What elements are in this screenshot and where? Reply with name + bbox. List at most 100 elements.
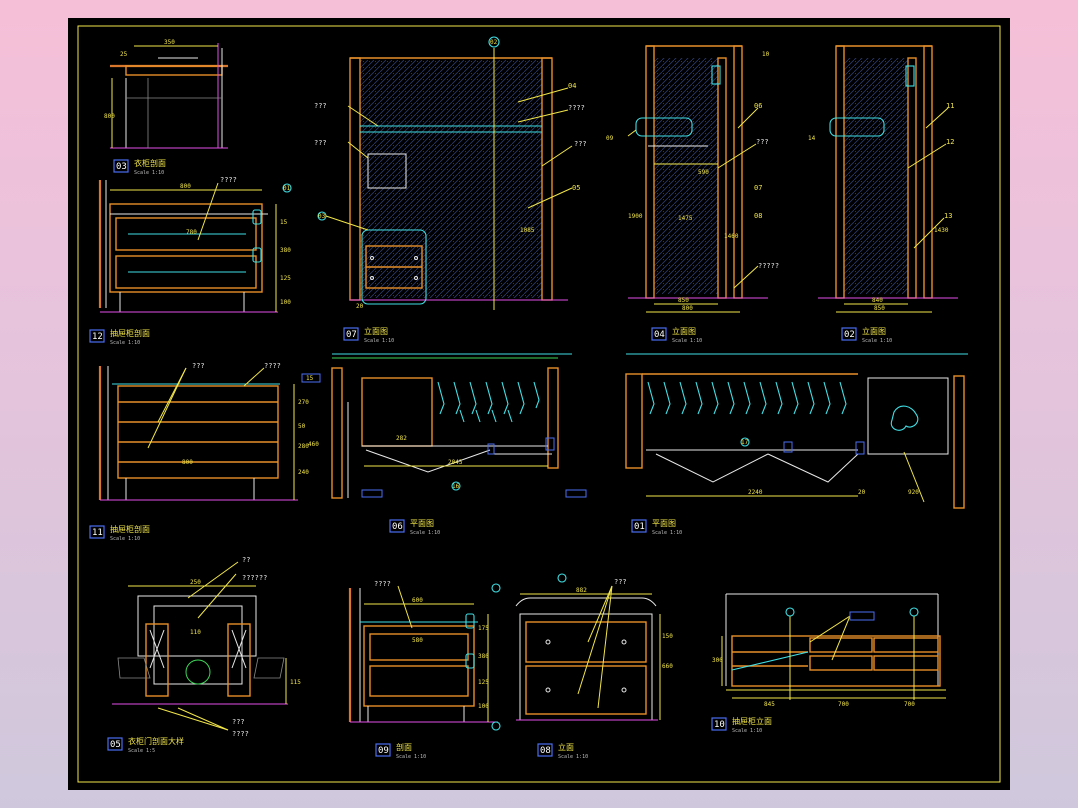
- caption-06-num: 06: [392, 522, 403, 532]
- dim-150: 150: [662, 633, 673, 640]
- caption-05: 05 衣柜门剖面大样 Scale 1:5: [107, 736, 184, 754]
- dim-25: 25: [120, 51, 128, 58]
- caption-04-scale: Scale 1:10: [672, 338, 702, 344]
- note-05b: ??????: [242, 574, 267, 582]
- caption-02-title: 立面图: [862, 326, 886, 336]
- dim-175: 175: [478, 625, 489, 632]
- caption-05-scale: Scale 1:5: [128, 748, 155, 754]
- dim-50: 50: [298, 423, 306, 430]
- view-03-section: 350 25 800: [104, 39, 228, 149]
- dim-1430: 1430: [934, 227, 949, 234]
- caption-02: 02 立面图 Scale 1:10: [841, 326, 892, 344]
- dim-380: 380: [280, 247, 291, 254]
- caption-12-num: 12: [92, 332, 103, 342]
- note-11b: ????: [264, 362, 281, 370]
- caption-02-scale: Scale 1:10: [862, 338, 892, 344]
- caption-12-scale: Scale 1:10: [110, 340, 140, 346]
- caption-07-num: 07: [346, 330, 357, 340]
- caption-08-title: 立面: [558, 742, 574, 752]
- dim-580: 580: [412, 637, 423, 644]
- dim-100b: 100: [478, 703, 489, 710]
- caption-03-num: 03: [116, 162, 127, 172]
- dim-1085: 1085: [520, 227, 535, 234]
- caption-11-title: 抽屉柜剖面: [110, 524, 150, 534]
- tag-12: 12: [946, 138, 954, 146]
- dim-840: 840: [872, 297, 883, 304]
- note-07d: ???: [574, 140, 587, 148]
- note-04b: ?????: [758, 262, 779, 270]
- dim-15: 15: [280, 219, 288, 226]
- note-12: ????: [220, 176, 237, 184]
- dim-845: 845: [764, 701, 775, 708]
- view-06-plan: 2045 282 16: [331, 353, 587, 499]
- dim-20: 20: [356, 303, 364, 310]
- dim-850b: 850: [874, 305, 885, 312]
- dim-800b: 800: [180, 183, 191, 190]
- caption-12-title: 抽屉柜剖面: [110, 328, 150, 338]
- tag-02: 02: [490, 39, 498, 46]
- caption-08-num: 08: [540, 746, 551, 756]
- dim-600: 600: [412, 597, 423, 604]
- dim-110: 110: [190, 629, 201, 636]
- dim-20b: 20: [858, 489, 866, 496]
- caption-08-scale: Scale 1:10: [558, 754, 588, 760]
- caption-01-scale: Scale 1:10: [652, 530, 682, 536]
- dim-882: 882: [576, 587, 587, 594]
- dim-282: 282: [396, 435, 407, 442]
- view-04-elevation: 850 800 590 1900 1475 1460 06 ??? 07 08 …: [606, 45, 779, 313]
- caption-10: 10 抽屉柜立面 Scale 1:10: [711, 716, 772, 734]
- tag-14: 14: [808, 135, 816, 142]
- tag-07: 07: [754, 184, 762, 192]
- dim-100: 100: [280, 299, 291, 306]
- view-11-section: 800 270 50 280 240 460 ??? ???? 15: [98, 362, 321, 501]
- dim-380b: 380: [478, 653, 489, 660]
- dim-590: 590: [698, 169, 709, 176]
- caption-01: 01 平面图 Scale 1:10: [631, 519, 682, 536]
- dim-1460: 1460: [724, 233, 739, 240]
- view-01-plan: 2240 20 920 17: [625, 353, 968, 509]
- caption-03-scale: Scale 1:10: [134, 170, 164, 176]
- dim-850: 850: [678, 297, 689, 304]
- caption-03: 03 衣柜剖面 Scale 1:10: [113, 158, 166, 176]
- dim-800c: 800: [682, 305, 693, 312]
- caption-10-num: 10: [714, 720, 725, 730]
- caption-03-title: 衣柜剖面: [134, 158, 166, 168]
- note-09: ????: [374, 580, 391, 588]
- tag-10: 10: [762, 51, 770, 58]
- tag-16: 16: [452, 483, 460, 490]
- caption-07-title: 立面图: [364, 326, 388, 336]
- caption-11-scale: Scale 1:10: [110, 536, 140, 542]
- caption-07: 07 立面图 Scale 1:10: [343, 326, 394, 344]
- caption-09-scale: Scale 1:10: [396, 754, 426, 760]
- tag-08: 08: [754, 212, 762, 220]
- tag-01: 01: [283, 185, 291, 192]
- caption-04-num: 04: [654, 330, 665, 340]
- note-11a: ???: [192, 362, 205, 370]
- tag-06: 06: [754, 102, 762, 110]
- dim-250: 250: [190, 579, 201, 586]
- tag-05: 05: [572, 184, 580, 192]
- caption-05-num: 05: [110, 740, 121, 750]
- dim-300: 300: [712, 657, 723, 664]
- note-05a: ??: [242, 556, 250, 564]
- dim-1900: 1900: [628, 213, 643, 220]
- tag-09: 09: [606, 135, 614, 142]
- tag-13: 13: [944, 212, 952, 220]
- caption-01-title: 平面图: [652, 519, 676, 528]
- note-04a: ???: [756, 138, 769, 146]
- caption-09: 09 剖面 Scale 1:10: [375, 742, 426, 760]
- dim-460: 460: [308, 441, 319, 448]
- caption-12: 12 抽屉柜剖面 Scale 1:10: [89, 328, 150, 346]
- dim-780: 780: [186, 229, 197, 236]
- note-08: ???: [614, 578, 627, 586]
- dim-920: 920: [908, 489, 919, 496]
- view-10-elevation: 845 700 700 300: [712, 593, 946, 708]
- tag-04: 04: [568, 82, 576, 90]
- caption-05-title: 衣柜门剖面大样: [128, 736, 184, 746]
- note-07c: ????: [568, 104, 585, 112]
- tag-15: 15: [306, 375, 314, 382]
- dim-125: 125: [280, 275, 291, 282]
- dim-700b: 700: [904, 701, 915, 708]
- view-08-elevation: 882 150 660 ???: [515, 573, 673, 721]
- caption-02-num: 02: [844, 330, 855, 340]
